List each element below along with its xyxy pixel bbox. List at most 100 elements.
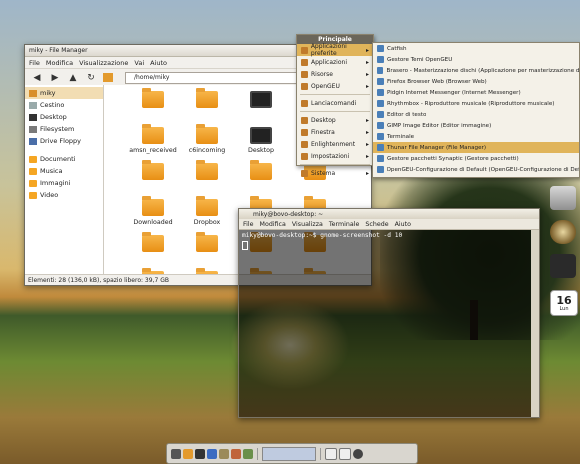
sidebar-item[interactable]: Documenti: [25, 153, 103, 165]
browser-icon[interactable]: [207, 448, 217, 459]
sidebar-item[interactable]: Filesystem: [25, 123, 103, 135]
image-icon[interactable]: [243, 448, 253, 459]
terminal-menu-item-5[interactable]: Aiuto: [395, 221, 411, 228]
folder-icon: [29, 191, 37, 199]
main-menu-item[interactable]: Desktop ▸: [297, 114, 373, 126]
sidebar-item[interactable]: Video: [25, 189, 103, 201]
main-menu-item[interactable]: Enlightenment ▸: [297, 138, 373, 150]
file-item[interactable]: [124, 88, 182, 111]
terminal-icon[interactable]: [195, 448, 205, 459]
sidebar-item[interactable]: miky: [25, 87, 103, 99]
favorites-menu-item[interactable]: Thunar File Manager (File Manager): [373, 142, 579, 153]
file-item[interactable]: [124, 232, 182, 255]
music-icon[interactable]: [231, 448, 241, 459]
chevron-right-icon: ▸: [365, 58, 369, 66]
favorites-menu-item[interactable]: Brasero - Masterizzazione dischi (Applic…: [373, 65, 579, 76]
favorites-menu-item[interactable]: Gestore pacchetti Synaptic (Gestore pacc…: [373, 153, 579, 164]
favorites-menu-item[interactable]: Gestore Temi OpenGEU: [373, 54, 579, 65]
favorites-menu-item[interactable]: Pidgin Internet Messenger (Internet Mess…: [373, 87, 579, 98]
file-item[interactable]: [178, 232, 236, 255]
window-title: miky - File Manager: [29, 47, 88, 54]
home-icon[interactable]: [103, 73, 113, 82]
workspace-thumbnails[interactable]: [262, 446, 316, 461]
trash-widget-icon[interactable]: [550, 186, 576, 210]
calendar-widget[interactable]: 16 Lun: [550, 290, 578, 316]
main-menu-item[interactable]: Applicazioni preferite ▸: [297, 43, 373, 57]
menu-item-icon: [301, 99, 308, 107]
menu-item-icon: [301, 70, 308, 78]
terminal-window[interactable]: miky@bovo-desktop: ~ File Modifica Visuali…: [238, 208, 540, 418]
up-arrow-icon[interactable]: ▲: [67, 72, 79, 84]
favorites-menu-item[interactable]: Editor di testo: [373, 109, 579, 120]
file-item[interactable]: amsn_received: [124, 124, 182, 154]
terminal-screen[interactable]: miky@bovo-desktop:~$ gnome-screenshot -d…: [239, 230, 530, 417]
terminal-menu-item-3[interactable]: Terminale: [329, 221, 360, 228]
terminal-cursor: [242, 241, 248, 250]
file-item[interactable]: [232, 91, 290, 111]
fm-menu-item-2[interactable]: Visualizzazione: [79, 59, 128, 67]
window-icon[interactable]: [339, 447, 351, 460]
main-menu-item[interactable]: Lanciacomandi: [297, 97, 373, 109]
file-item[interactable]: [124, 160, 182, 183]
sidebar-item[interactable]: Musica: [25, 165, 103, 177]
menu-separator: [300, 111, 370, 112]
favorites-menu-item[interactable]: Rhythmbox - Riproduttore musicale (Ripro…: [373, 98, 579, 109]
forward-arrow-icon[interactable]: ▶: [49, 72, 61, 84]
sidebar-item[interactable]: Cestino: [25, 99, 103, 111]
power-icon[interactable]: [353, 448, 363, 459]
menu-item-label: Rhythmbox - Riproduttore musicale (Ripro…: [387, 100, 555, 107]
sidebar-item[interactable]: Desktop: [25, 111, 103, 123]
main-menu-item[interactable]: Finestra ▸: [297, 126, 373, 138]
terminal-titlebar[interactable]: miky@bovo-desktop: ~: [239, 209, 539, 219]
menu-item-label: Risorse: [311, 70, 333, 78]
favorites-menu-item[interactable]: Firefox Browser Web (Browser Web): [373, 76, 579, 87]
folder-icon: [196, 88, 218, 108]
terminal-menu-item-0[interactable]: File: [243, 221, 254, 228]
terminal-menu-item-2[interactable]: Visualizza: [292, 221, 323, 228]
terminal-scrollbar[interactable]: [531, 230, 539, 417]
main-menu-item[interactable]: Applicazioni ▸: [297, 56, 373, 68]
file-item[interactable]: [178, 88, 236, 111]
terminal-menu-item-4[interactable]: Schede: [365, 221, 388, 228]
settings-icon[interactable]: [171, 448, 181, 459]
back-arrow-icon[interactable]: ◀: [31, 72, 43, 84]
file-item[interactable]: [232, 160, 290, 183]
main-menu: Principale Applicazioni preferite ▸ Applic…: [296, 34, 374, 177]
main-menu-item[interactable]: Risorse ▸: [297, 68, 373, 80]
desktop-icon: [29, 113, 37, 121]
favorites-menu-item[interactable]: Terminale: [373, 131, 579, 142]
sidebar-item[interactable]: Immagini: [25, 177, 103, 189]
gauge-widget-icon[interactable]: [550, 220, 576, 244]
file-item[interactable]: [178, 160, 236, 183]
terminal-menu-item-1[interactable]: Modifica: [260, 221, 286, 228]
main-menu-item[interactable]: Sistema ▸: [297, 167, 373, 179]
favorites-menu-item[interactable]: Catfish: [373, 43, 579, 54]
fm-menu-item-1[interactable]: Modifica: [46, 59, 73, 67]
folder-icon: [196, 196, 218, 216]
file-manager-icon[interactable]: [183, 448, 193, 459]
main-menu-item[interactable]: Impostazioni ▸: [297, 150, 373, 162]
sidebar-item-label: Filesystem: [40, 125, 75, 133]
file-item[interactable]: Desktop: [232, 127, 290, 154]
fm-menu-item-0[interactable]: File: [29, 59, 40, 67]
favorites-menu-item[interactable]: OpenGEU-Configurazione di Default (OpenG…: [373, 164, 579, 175]
fm-menu-item-4[interactable]: Aiuto: [150, 59, 167, 67]
status-text: Elementi: 28 (136,0 kB), spazio libero: …: [28, 276, 169, 284]
fm-menu-item-3[interactable]: Vai: [134, 59, 144, 67]
menu-item-label: Pidgin Internet Messenger (Internet Mess…: [387, 89, 521, 96]
menu-item-icon: [301, 140, 308, 148]
editor-icon[interactable]: [219, 448, 229, 459]
menu-item-label: Editor di testo: [387, 111, 427, 118]
file-item-label: Desktop: [248, 147, 274, 154]
favorites-menu-item[interactable]: GIMP Image Editor (Editor immagine): [373, 120, 579, 131]
chevron-right-icon: ▸: [365, 140, 369, 148]
file-item[interactable]: Downloaded: [124, 196, 182, 226]
file-item[interactable]: Dropbox: [178, 196, 236, 226]
reload-icon[interactable]: ↻: [85, 72, 97, 84]
thermometer-widget-icon[interactable]: [550, 254, 576, 278]
window-icon[interactable]: [325, 447, 337, 460]
dock-separator: [320, 447, 321, 460]
main-menu-item[interactable]: OpenGEU ▸: [297, 80, 373, 92]
sidebar-item[interactable]: Drive Floppy: [25, 135, 103, 147]
file-item[interactable]: c6incoming: [178, 124, 236, 154]
